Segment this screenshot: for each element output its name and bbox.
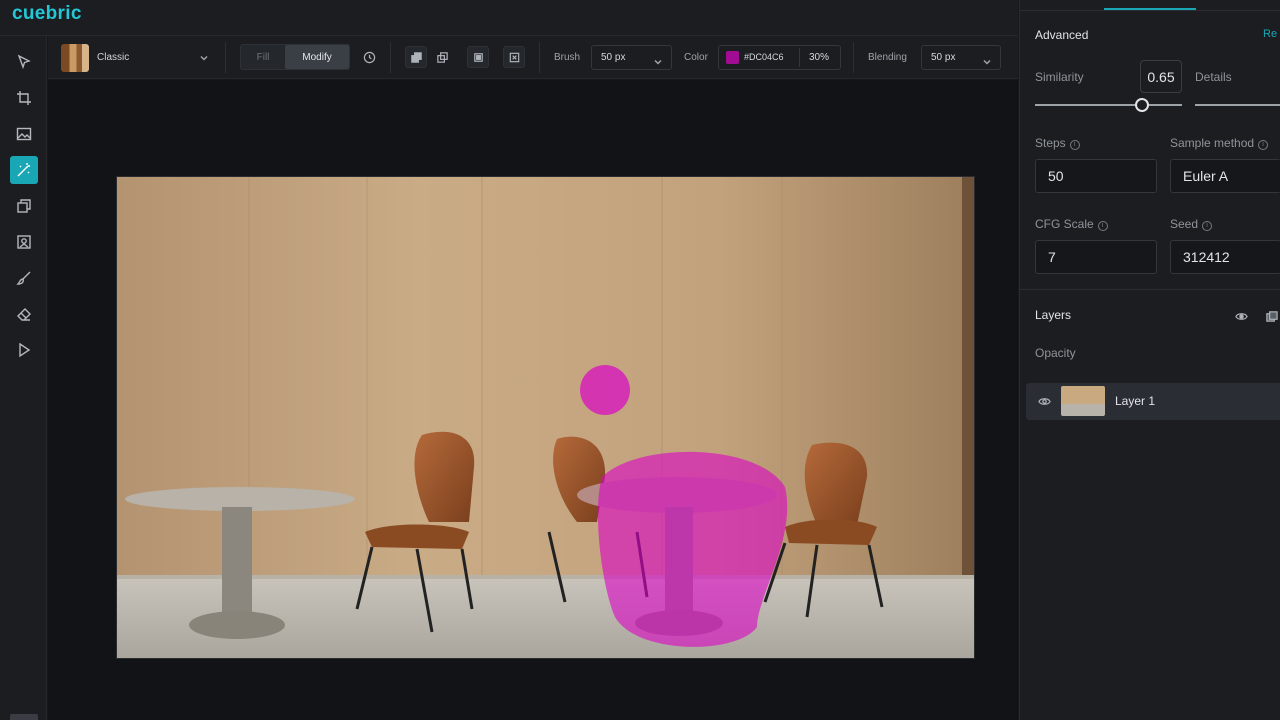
clock-icon [363, 51, 375, 63]
chevron-down-icon [982, 53, 992, 65]
crop-tool-button[interactable] [10, 84, 38, 112]
play-tool-button[interactable] [10, 336, 38, 364]
cursor-icon [17, 54, 31, 70]
play-icon [19, 342, 31, 358]
image-tool-button[interactable] [10, 120, 38, 148]
copy-icon [1265, 310, 1278, 322]
style-select[interactable]: Classic [97, 52, 129, 63]
chevron-down-icon [653, 53, 663, 65]
color-picker[interactable]: #DC04C6 30% [718, 45, 841, 70]
divider [539, 42, 540, 73]
brush-label: Brush [554, 52, 581, 63]
steps-label: Steps i [1035, 136, 1080, 150]
app-header: cuebric [0, 0, 1018, 36]
exclude-icon [509, 52, 519, 62]
replace-tool-button[interactable] [10, 228, 38, 256]
chevron-down-icon[interactable] [199, 52, 209, 62]
exclude-mask-button[interactable] [503, 46, 525, 68]
divider [799, 48, 800, 67]
mode-toggle: Fill Modify [240, 44, 350, 70]
sample-method-select[interactable]: Euler A [1170, 159, 1280, 193]
brush-size-select[interactable]: 50 px [591, 45, 672, 70]
history-button[interactable] [358, 46, 380, 68]
magic-wand-icon [17, 163, 30, 177]
add-mask-button[interactable] [405, 46, 427, 68]
layers-tool-button[interactable] [10, 192, 38, 220]
brush-tool-button[interactable] [10, 264, 38, 292]
brush-size-value: 50 px [601, 52, 626, 63]
color-opacity-value: 30% [809, 52, 830, 63]
seed-label: Seed i [1170, 217, 1213, 231]
similarity-slider-track[interactable] [1035, 104, 1182, 106]
options-toolbar: Classic Fill Modify Brush 50 px Color #D… [48, 36, 1018, 79]
canvas-image[interactable] [116, 176, 975, 659]
info-icon[interactable]: i [1258, 140, 1269, 150]
reset-link[interactable]: Re [1263, 28, 1277, 40]
room-photo [117, 177, 974, 658]
subtract-mask-button[interactable] [431, 46, 453, 68]
info-icon[interactable]: i [1069, 140, 1080, 150]
blending-label: Blending [868, 52, 907, 63]
eraser-tool-button[interactable] [10, 300, 38, 328]
brush-icon [16, 271, 31, 285]
rail-bottom-handle[interactable] [10, 714, 38, 720]
info-icon[interactable]: i [1097, 221, 1108, 231]
eye-icon [1234, 312, 1248, 320]
copy-icon [17, 199, 31, 213]
settings-panel: Advanced Re Similarity 0.65 Details Step… [1019, 0, 1280, 720]
style-thumbnail[interactable] [61, 44, 89, 72]
layer-eye-toggle[interactable] [1033, 390, 1055, 412]
divider [225, 42, 226, 73]
image-replace-icon [17, 235, 31, 249]
intersect-icon [473, 52, 483, 62]
duplicate-layer-button[interactable] [1260, 305, 1280, 327]
details-label: Details [1195, 70, 1232, 84]
layer-visibility-toggle[interactable] [1230, 305, 1252, 327]
union-icon [410, 51, 422, 63]
divider [390, 42, 391, 73]
layer-thumbnail [1061, 386, 1105, 416]
sample-method-label: Sample method i [1170, 136, 1269, 150]
details-slider-track[interactable] [1195, 104, 1280, 106]
opacity-label: Opacity [1035, 346, 1076, 360]
divider [853, 42, 854, 73]
intersect-mask-button[interactable] [467, 46, 489, 68]
layers-section-title: Layers [1035, 308, 1072, 322]
blending-select[interactable]: 50 px [921, 45, 1001, 70]
modify-mode-button[interactable]: Modify [285, 45, 349, 69]
cfg-scale-label: CFG Scale i [1035, 217, 1108, 231]
active-tab-indicator [1104, 8, 1196, 10]
layer-name: Layer 1 [1115, 394, 1156, 408]
eye-icon [1037, 397, 1051, 405]
app-logo[interactable]: cuebric [12, 3, 82, 25]
blending-value: 50 px [931, 52, 956, 63]
seed-input[interactable]: 312412 [1170, 240, 1280, 274]
info-icon[interactable]: i [1202, 221, 1213, 231]
fill-mode-button[interactable]: Fill [241, 45, 285, 69]
crop-icon [17, 91, 31, 105]
select-tool-button[interactable] [10, 48, 38, 76]
inpaint-tool-button[interactable] [10, 156, 38, 184]
subtract-icon [436, 51, 448, 63]
color-hex-value: #DC04C6 [744, 52, 784, 62]
cfg-scale-input[interactable]: 7 [1035, 240, 1157, 274]
similarity-slider-knob[interactable] [1135, 98, 1149, 112]
tool-rail [0, 36, 47, 720]
image-icon [16, 127, 32, 141]
eraser-icon [17, 308, 31, 321]
color-label: Color [684, 52, 708, 63]
color-swatch[interactable] [726, 51, 739, 64]
steps-input[interactable]: 50 [1035, 159, 1157, 193]
similarity-value[interactable]: 0.65 [1140, 60, 1182, 93]
advanced-section-title: Advanced [1035, 28, 1089, 42]
similarity-label: Similarity [1035, 70, 1084, 84]
divider [1020, 289, 1280, 290]
layer-item[interactable]: Layer 1 [1026, 383, 1280, 420]
